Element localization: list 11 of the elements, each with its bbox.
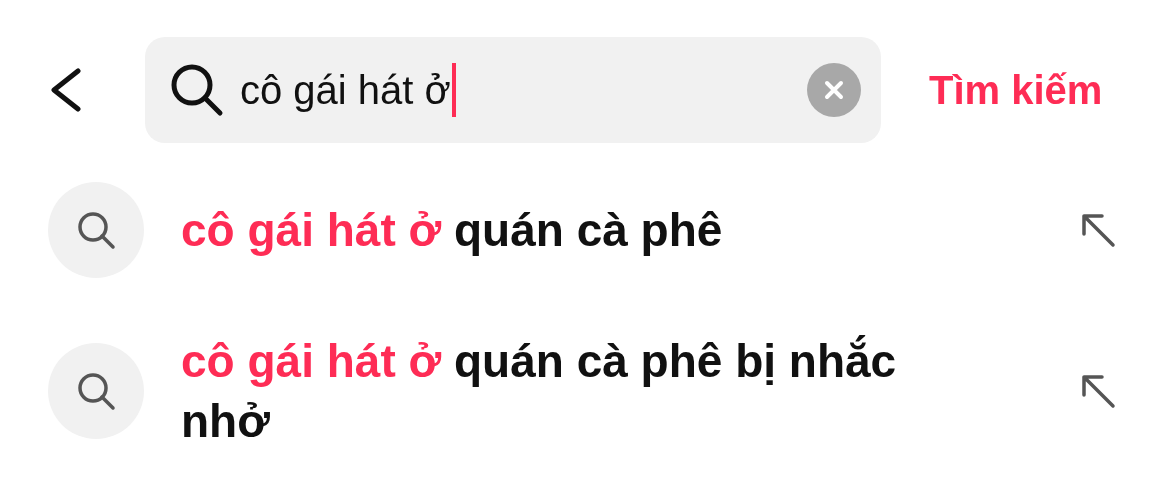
back-icon[interactable] (48, 68, 82, 112)
suggestion-text[interactable]: cô gái hát ở quán cà phê (181, 200, 981, 260)
search-icon (75, 209, 117, 251)
search-button[interactable]: Tìm kiếm (929, 60, 1103, 120)
close-icon (824, 80, 844, 100)
search-field[interactable]: cô gái hát ở (145, 37, 881, 143)
search-icon (170, 63, 224, 117)
search-icon (75, 370, 117, 412)
arrow-up-left-icon[interactable] (1080, 212, 1116, 248)
arrow-up-left-icon[interactable] (1080, 373, 1116, 409)
suggestion-text[interactable]: cô gái hát ở quán cà phê bị nhắc nhở (181, 331, 981, 451)
